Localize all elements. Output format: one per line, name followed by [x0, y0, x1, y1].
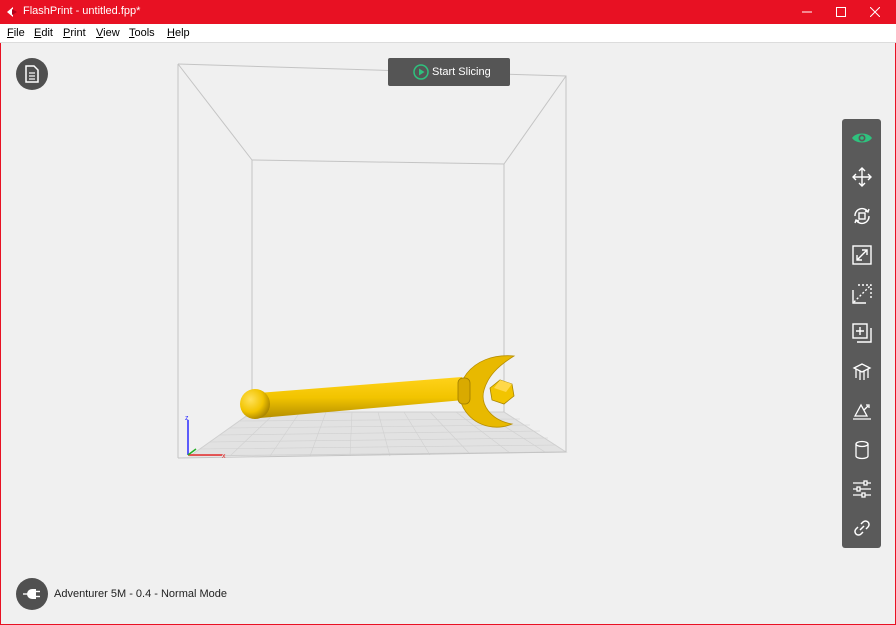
play-icon [413, 64, 429, 80]
window-title: FlashPrint - untitled.fpp* [23, 5, 141, 17]
menu-help[interactable]: Help [167, 27, 190, 39]
minimize-button[interactable] [790, 0, 824, 24]
menu-file[interactable]: File [7, 27, 25, 39]
close-icon [870, 7, 880, 17]
menu-view[interactable]: View [96, 27, 120, 39]
menu-file-key: F [7, 27, 14, 39]
supports-icon [852, 363, 871, 380]
menu-tools-label: ools [134, 27, 155, 39]
plug-icon [23, 589, 40, 599]
start-slicing-button[interactable]: Start Slicing [388, 58, 510, 86]
flashprint-logo-icon [7, 7, 17, 17]
tool-view[interactable] [842, 119, 881, 157]
cylinder-icon [854, 440, 869, 460]
tool-add[interactable] [842, 314, 881, 352]
tool-settings[interactable] [842, 470, 881, 508]
tool-move[interactable] [842, 158, 881, 196]
menu-bar: File Edit Print View Tools Help [0, 24, 896, 43]
menu-help-key: H [167, 27, 175, 39]
add-object-icon [851, 323, 872, 343]
title-bar: FlashPrint - untitled.fpp* [0, 0, 896, 24]
close-button[interactable] [858, 0, 892, 24]
tool-link[interactable] [842, 509, 881, 547]
menu-print[interactable]: Print [63, 27, 86, 39]
axis-x-label: x [222, 453, 226, 460]
rotate-icon [853, 207, 870, 225]
tool-cylinder[interactable] [842, 431, 881, 469]
printer-connect-button[interactable] [16, 578, 48, 610]
menu-view-label: iew [103, 27, 120, 39]
build-plate-grid [188, 411, 568, 457]
start-slicing-label: Start Slicing [432, 66, 491, 78]
tool-lay-flat[interactable] [842, 392, 881, 430]
menu-print-label: rint [70, 27, 86, 39]
menu-edit-label: dit [41, 27, 53, 39]
maximize-icon [836, 7, 846, 17]
tool-scale[interactable] [842, 236, 881, 274]
menu-tools[interactable]: Tools [129, 27, 155, 39]
cut-icon [851, 284, 872, 304]
tool-cut[interactable] [842, 275, 881, 313]
right-toolbar [842, 119, 881, 548]
menu-file-label: ile [13, 27, 25, 39]
menu-help-label: elp [174, 27, 190, 39]
link-icon [853, 520, 870, 536]
document-icon [25, 65, 39, 83]
scale-icon [851, 245, 872, 265]
maximize-button[interactable] [824, 0, 858, 24]
view-icon [851, 133, 872, 143]
project-button[interactable] [16, 58, 48, 90]
lay-flat-icon [852, 403, 871, 420]
axis-z-label: z [185, 415, 189, 422]
menu-edit[interactable]: Edit [34, 27, 53, 39]
printer-status: Adventurer 5M - 0.4 - Normal Mode [54, 588, 228, 600]
move-icon [851, 167, 872, 187]
settings-sliders-icon [852, 480, 871, 498]
tool-supports[interactable] [842, 353, 881, 391]
viewport-3d[interactable]: z x [0, 43, 840, 583]
minimize-icon [802, 11, 812, 13]
tool-rotate[interactable] [842, 197, 881, 235]
